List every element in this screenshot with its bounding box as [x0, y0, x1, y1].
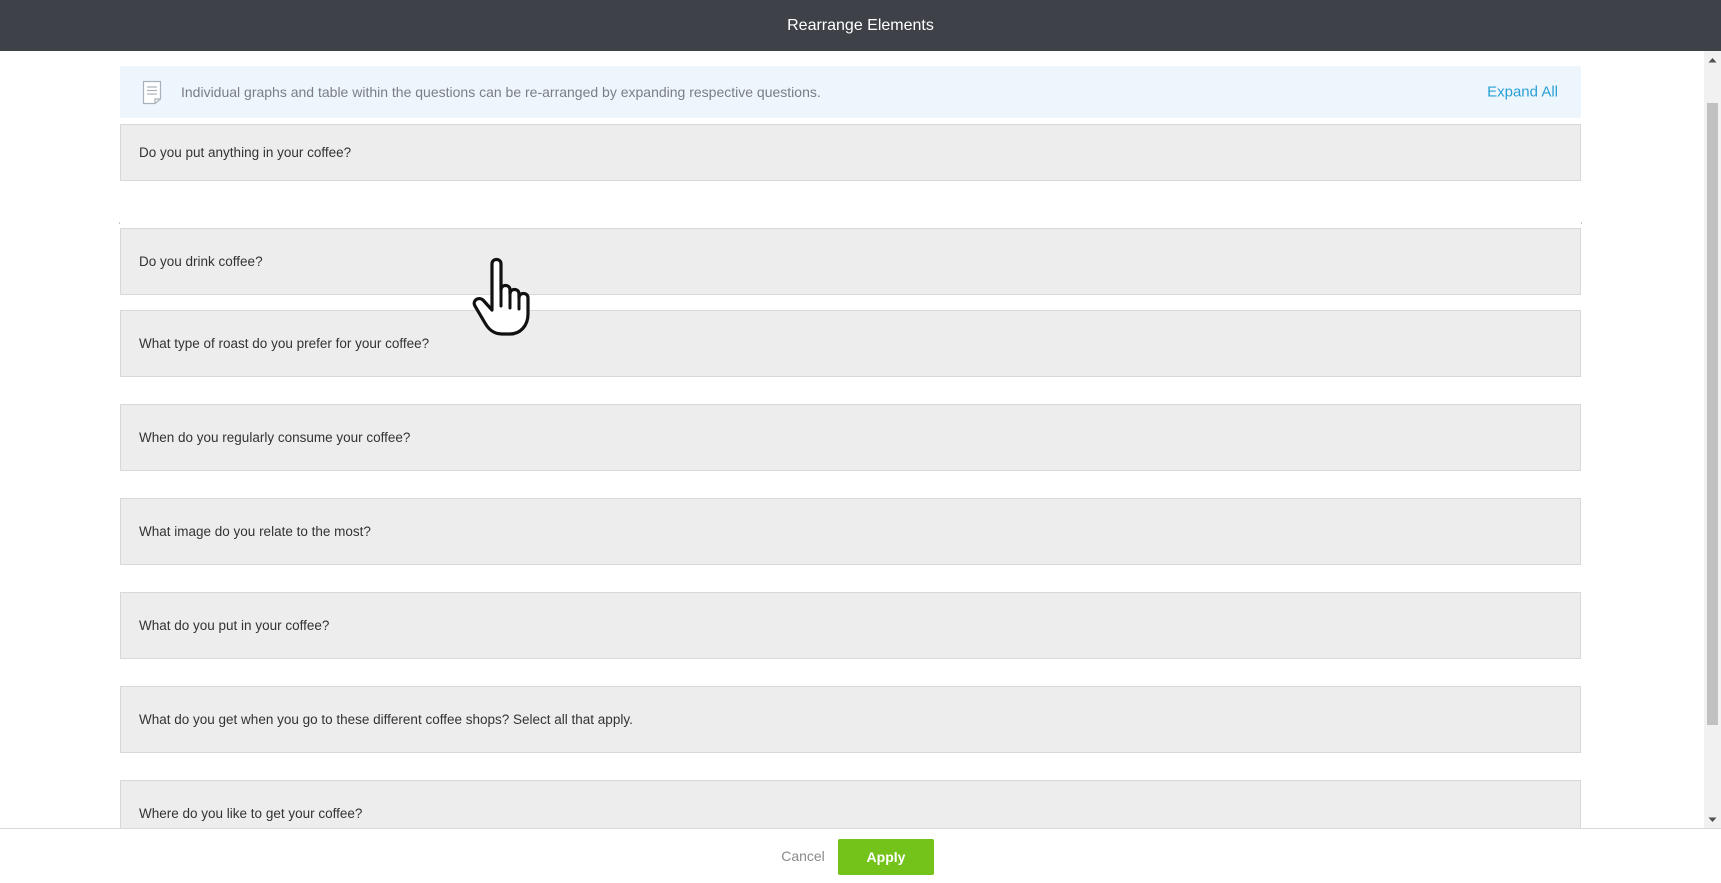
apply-button[interactable]: Apply: [838, 839, 934, 875]
question-item[interactable]: When do you regularly consume your coffe…: [120, 404, 1581, 471]
apply-button-label: Apply: [866, 849, 906, 865]
question-label: When do you regularly consume your coffe…: [139, 430, 411, 445]
question-item[interactable]: Do you put anything in your coffee?: [120, 124, 1581, 181]
modal-header: Rearrange Elements: [0, 0, 1721, 51]
question-label: What do you put in your coffee?: [139, 618, 330, 633]
question-label: Do you drink coffee?: [139, 254, 263, 269]
vertical-scrollbar[interactable]: [1704, 51, 1721, 828]
modal-title: Rearrange Elements: [787, 16, 934, 34]
question-label: What type of roast do you prefer for you…: [139, 336, 430, 351]
scroll-up-icon[interactable]: [1704, 51, 1721, 68]
question-item[interactable]: Do you drink coffee?: [120, 228, 1581, 295]
document-icon: [141, 79, 163, 105]
scroll-down-icon[interactable]: [1704, 811, 1721, 828]
question-item[interactable]: What type of roast do you prefer for you…: [120, 310, 1581, 377]
question-label: Where do you like to get your coffee?: [139, 806, 363, 821]
question-item[interactable]: Where do you like to get your coffee?: [120, 780, 1581, 828]
expand-all-link[interactable]: Expand All: [1487, 84, 1558, 101]
scroll-thumb[interactable]: [1707, 103, 1718, 725]
question-label: What do you get when you go to these dif…: [139, 712, 633, 727]
question-item[interactable]: What image do you relate to the most?: [120, 498, 1581, 565]
question-label: Do you put anything in your coffee?: [139, 145, 352, 160]
question-item[interactable]: What do you get when you go to these dif…: [120, 686, 1581, 753]
info-banner: Individual graphs and table within the q…: [120, 66, 1581, 118]
drop-placeholder: [119, 222, 1582, 224]
question-item[interactable]: What do you put in your coffee?: [120, 592, 1581, 659]
info-text: Individual graphs and table within the q…: [181, 84, 821, 100]
elements-list-area[interactable]: Individual graphs and table within the q…: [0, 51, 1721, 828]
cancel-button[interactable]: Cancel: [771, 845, 835, 867]
modal-footer: Cancel Apply: [0, 828, 1721, 883]
question-label: What image do you relate to the most?: [139, 524, 371, 539]
